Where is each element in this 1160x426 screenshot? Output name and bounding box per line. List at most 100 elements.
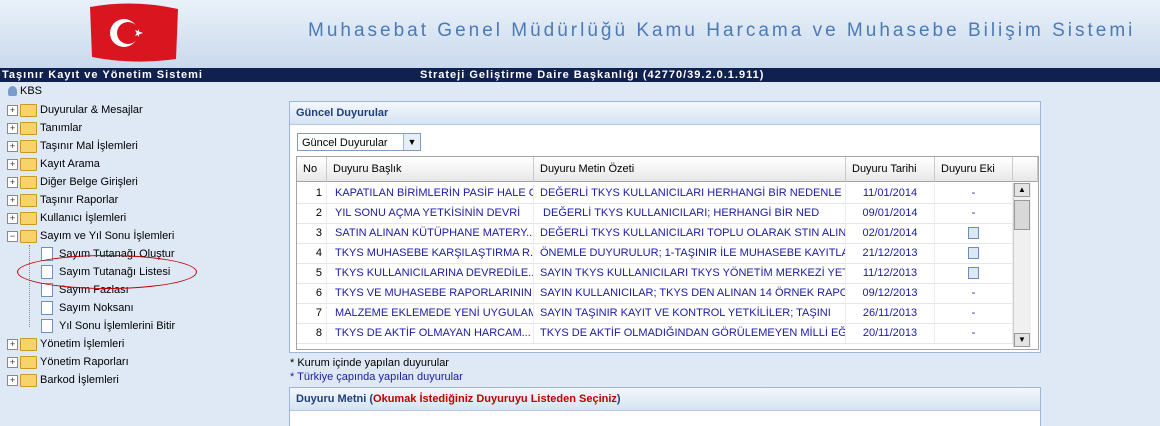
attachment-icon[interactable]: [968, 247, 979, 260]
scroll-down-icon[interactable]: ▼: [1014, 333, 1030, 347]
row-summary-link[interactable]: TKYS DE AKTİF OLMADIĞINDAN GÖRÜLEMEYEN M…: [534, 323, 846, 343]
scroll-up-icon[interactable]: ▲: [1014, 183, 1030, 197]
row-attachment-cell: [935, 223, 1013, 243]
row-date: 11/12/2013: [846, 263, 935, 283]
sidebar-item-kullanici[interactable]: + Kullanıcı İşlemleri: [7, 209, 126, 227]
app-header: Muhasebat Genel Müdürlüğü Kamu Harcama v…: [0, 0, 1160, 68]
folder-icon: [20, 139, 37, 153]
collapse-icon[interactable]: −: [7, 230, 18, 242]
row-summary-link[interactable]: DEĞERLİ TKYS KULLANICILARI HERHANGİ BİR …: [534, 183, 846, 203]
row-title-link[interactable]: YIL SONU AÇMA YETKİSİNİN DEVRİ: [327, 203, 534, 223]
column-header-title[interactable]: Duyuru Başlık: [327, 157, 534, 182]
row-no: 6: [297, 283, 327, 303]
table-row[interactable]: 2 YIL SONU AÇMA YETKİSİNİN DEVRİ DEĞERLİ…: [297, 203, 1013, 224]
sidebar-item-yonetim-raporlari[interactable]: + Yönetim Raporları: [7, 353, 129, 371]
column-header-summary[interactable]: Duyuru Metin Özeti: [534, 157, 846, 182]
folder-icon: [20, 355, 37, 369]
table-row[interactable]: 4 TKYS MUHASEBE KARŞILAŞTIRMA R... ÖNEML…: [297, 243, 1013, 264]
row-summary-link[interactable]: SAYIN TAŞINIR KAYIT VE KONTROL YETKİLİLE…: [534, 303, 846, 323]
sidebar-item-tasinir-raporlar[interactable]: + Taşınır Raporlar: [7, 191, 118, 209]
column-header-date[interactable]: Duyuru Tarihi: [846, 157, 935, 182]
sidebar-subitem-yil-sonu-bitir[interactable]: Yıl Sonu İşlemlerini Bitir: [41, 317, 175, 335]
expand-icon[interactable]: +: [7, 374, 18, 386]
sidebar-item-duyurular[interactable]: + Duyurular & Mesajlar: [7, 101, 143, 119]
expand-icon[interactable]: +: [7, 140, 18, 152]
row-date: 09/01/2014: [846, 203, 935, 223]
announcement-legend: * Kurum içinde yapılan duyurular * Türki…: [290, 356, 463, 384]
top-bar: Taşınır Kayıt ve Yönetim Sistemi Stratej…: [0, 68, 1160, 82]
row-title-link[interactable]: KAPATILAN BİRİMLERİN PASİF HALE G...: [327, 183, 534, 203]
expand-icon[interactable]: +: [7, 104, 18, 116]
announcement-text-title: Duyuru Metni (Okumak İstediğiniz Duyuruy…: [290, 388, 1040, 411]
document-icon: [41, 301, 53, 316]
tree-root-label: KBS: [20, 85, 43, 97]
system-title: Muhasebat Genel Müdürlüğü Kamu Harcama v…: [308, 20, 1136, 41]
sidebar-item-label: Taşınır Mal İşlemleri: [40, 140, 138, 152]
expand-icon[interactable]: +: [7, 176, 18, 188]
expand-icon[interactable]: +: [7, 212, 18, 224]
table-row[interactable]: 5 TKYS KULLANICILARINA DEVREDİLE... SAYI…: [297, 263, 1013, 284]
sidebar-item-label: Sayım ve Yıl Sonu İşlemleri: [40, 230, 175, 242]
expand-icon[interactable]: +: [7, 356, 18, 368]
folder-icon: [20, 121, 37, 135]
tree-root[interactable]: KBS: [8, 82, 42, 100]
row-summary-link[interactable]: SAYIN TKYS KULLANICILARI TKYS YÖNETİM ME…: [534, 263, 846, 283]
legend-internal: * Kurum içinde yapılan duyurular: [290, 357, 449, 369]
row-summary-link[interactable]: DEĞERLİ TKYS KULLANICILARI TOPLU OLARAK …: [534, 223, 846, 243]
chevron-down-icon[interactable]: ▼: [403, 134, 420, 150]
scroll-thumb[interactable]: [1014, 200, 1030, 230]
sidebar-item-barkod[interactable]: + Barkod İşlemleri: [7, 371, 119, 389]
table-row[interactable]: 1 KAPATILAN BİRİMLERİN PASİF HALE G... D…: [297, 183, 1013, 204]
row-summary-link[interactable]: DEĞERLİ TKYS KULLANICILARI; HERHANGİ BİR…: [534, 203, 846, 223]
sidebar-item-diger-belge[interactable]: + Diğer Belge Girişleri: [7, 173, 138, 191]
table-row[interactable]: 8 TKYS DE AKTİF OLMAYAN HARCAM... TKYS D…: [297, 323, 1013, 344]
announcement-text-panel: Duyuru Metni (Okumak İstediğiniz Duyuruy…: [289, 387, 1041, 426]
row-attachment: -: [935, 323, 1013, 343]
attachment-icon[interactable]: [968, 267, 979, 280]
row-date: 02/01/2014: [846, 223, 935, 243]
row-title-link[interactable]: TKYS MUHASEBE KARŞILAŞTIRMA R...: [327, 243, 534, 263]
folder-icon: [20, 337, 37, 351]
table-row[interactable]: 6 TKYS VE MUHASEBE RAPORLARININ ... SAYI…: [297, 283, 1013, 304]
row-title-link[interactable]: TKYS VE MUHASEBE RAPORLARININ ...: [327, 283, 534, 303]
announcements-panel: Güncel Duyurular Güncel Duyurular ▼ No D…: [289, 101, 1041, 353]
folder-icon: [20, 175, 37, 189]
expand-icon[interactable]: +: [7, 194, 18, 206]
row-title-link[interactable]: MALZEME EKLEMEDE YENİ UYGULAMA: [327, 303, 534, 323]
folder-icon: [20, 103, 37, 117]
row-title-link[interactable]: TKYS DE AKTİF OLMAYAN HARCAM...: [327, 323, 534, 343]
row-attachment: -: [935, 303, 1013, 323]
attachment-icon[interactable]: [968, 227, 979, 240]
row-summary-link[interactable]: ÖNEMLE DUYURULUR; 1-TAŞINIR İLE MUHASEBE…: [534, 243, 846, 263]
sidebar-item-label: Kayıt Arama: [40, 158, 100, 170]
row-title-link[interactable]: SATIN ALINAN KÜTÜPHANE MATERY...: [327, 223, 534, 243]
column-header-attachment[interactable]: Duyuru Eki: [935, 157, 1013, 182]
row-date: 20/11/2013: [846, 323, 935, 343]
sidebar-item-kayit-arama[interactable]: + Kayıt Arama: [7, 155, 100, 173]
announcement-filter-select[interactable]: Güncel Duyurular ▼: [297, 133, 421, 151]
legend-nationwide: * Türkiye çapında yapılan duyurular: [290, 371, 463, 383]
sidebar-item-yonetim-islemleri[interactable]: + Yönetim İşlemleri: [7, 335, 124, 353]
sidebar-subitem-sayim-noksani[interactable]: Sayım Noksanı: [41, 299, 134, 317]
folder-open-icon: [20, 229, 37, 243]
highlight-ellipse: [17, 255, 197, 289]
row-no: 2: [297, 203, 327, 223]
row-summary-link[interactable]: SAYIN KULLANICILAR; TKYS DEN ALINAN 14 Ö…: [534, 283, 846, 303]
folder-icon: [20, 373, 37, 387]
table-scrollbar[interactable]: ▲ ▼: [1013, 183, 1031, 347]
column-header-no[interactable]: No: [297, 157, 327, 182]
table-row[interactable]: 7 MALZEME EKLEMEDE YENİ UYGULAMA SAYIN T…: [297, 303, 1013, 324]
expand-icon[interactable]: +: [7, 338, 18, 350]
table-row[interactable]: 3 SATIN ALINAN KÜTÜPHANE MATERY... DEĞER…: [297, 223, 1013, 244]
folder-icon: [20, 211, 37, 225]
sidebar-item-tanimlar[interactable]: + Tanımlar: [7, 119, 82, 137]
module-name: Taşınır Kayıt ve Yönetim Sistemi: [2, 69, 203, 81]
announcement-text-label: Duyuru Metni: [296, 393, 367, 405]
expand-icon[interactable]: +: [7, 122, 18, 134]
sidebar-item-sayim[interactable]: − Sayım ve Yıl Sonu İşlemleri: [7, 227, 174, 245]
row-date: 21/12/2013: [846, 243, 935, 263]
row-attachment: -: [935, 203, 1013, 223]
sidebar-item-tasinir-mal[interactable]: + Taşınır Mal İşlemleri: [7, 137, 138, 155]
row-title-link[interactable]: TKYS KULLANICILARINA DEVREDİLE...: [327, 263, 534, 283]
expand-icon[interactable]: +: [7, 158, 18, 170]
